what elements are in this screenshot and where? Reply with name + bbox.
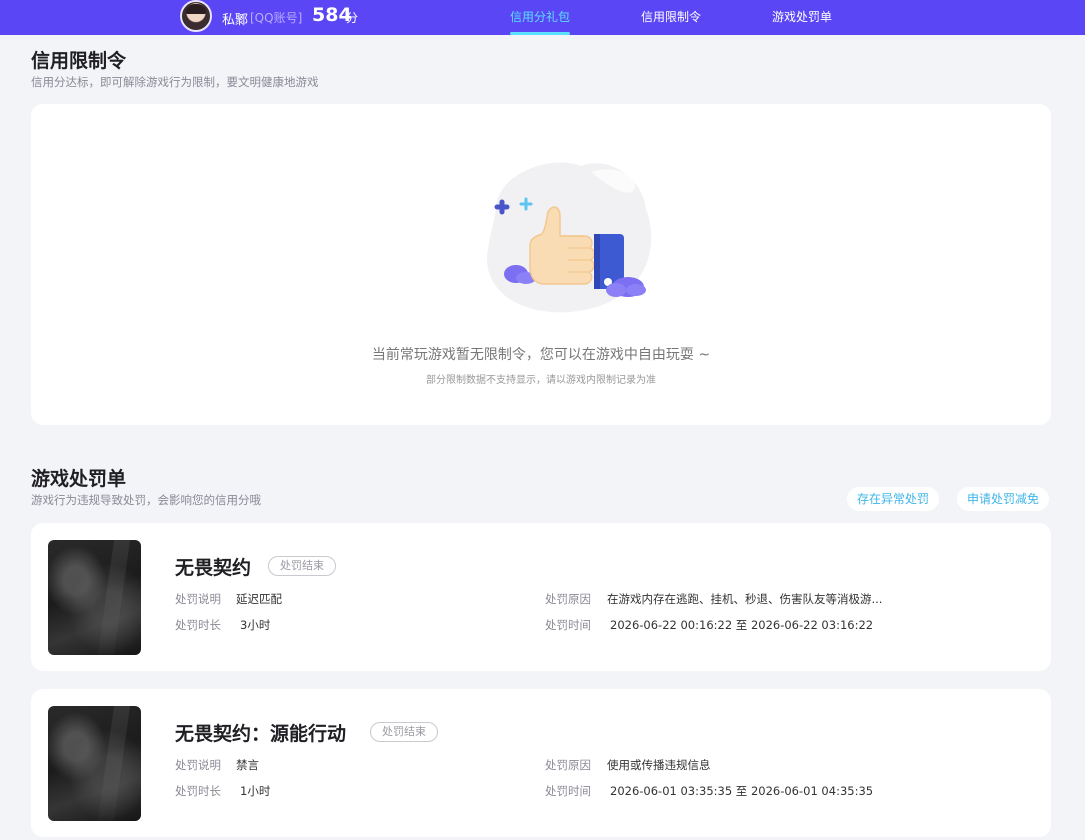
- game-cover-thumbnail: [48, 540, 141, 655]
- status-badge: 处罚结束: [370, 722, 438, 742]
- abnormal-penalty-button[interactable]: 存在异常处罚: [847, 487, 940, 511]
- username: 私鄹: [222, 13, 249, 28]
- account-type: [QQ账号]: [250, 11, 303, 25]
- tab-credit-gift[interactable]: 信用分礼包: [510, 8, 570, 25]
- game-title: 无畏契约：源能行动: [175, 723, 347, 745]
- penalty-time-value: 2026-06-01 03:35:35 至 2026-06-01 04:35:3…: [610, 784, 874, 798]
- game-cover-thumbnail: [48, 706, 141, 821]
- active-tab-indicator: [510, 32, 570, 35]
- credit-score-unit: 分: [346, 11, 359, 25]
- penalty-duration-label: 处罚时长: [175, 784, 221, 798]
- restriction-section-title: 信用限制令: [31, 50, 127, 72]
- penalty-desc-value: 延迟匹配: [236, 592, 282, 606]
- penalty-time-label: 处罚时间: [545, 784, 591, 798]
- penalty-section-subtitle: 游戏行为违规导致处罚，会影响您的信用分哦: [31, 493, 261, 507]
- game-title: 无畏契约: [175, 557, 252, 579]
- penalty-duration-value: 3小时: [240, 618, 271, 632]
- tab-game-penalty[interactable]: 游戏处罚单: [772, 8, 832, 25]
- penalty-reason-value: 使用或传播违规信息: [607, 758, 711, 772]
- status-badge: 处罚结束: [268, 556, 336, 576]
- empty-state-message: 当前常玩游戏暂无限制令，您可以在游戏中自由玩耍 ~: [371, 347, 711, 363]
- top-nav-bar: 私鄹 [QQ账号] 584 分 信用分礼包 信用限制令 游戏处罚单: [0, 0, 1085, 35]
- penalty-reason-value: 在游戏内存在逃跑、挂机、秒退、伤害队友等消极游...: [607, 592, 883, 606]
- penalty-duration-value: 1小时: [240, 784, 271, 798]
- appeal-penalty-button[interactable]: 申请处罚减免: [957, 487, 1050, 511]
- penalty-reason-label: 处罚原因: [545, 592, 591, 606]
- penalty-reason-label: 处罚原因: [545, 758, 591, 772]
- penalty-desc-label: 处罚说明: [175, 592, 221, 606]
- empty-state-note: 部分限制数据不支持显示，请以游戏内限制记录为准: [426, 375, 656, 386]
- thumbs-up-illustration: [487, 162, 652, 313]
- avatar[interactable]: [180, 0, 212, 32]
- penalty-desc-label: 处罚说明: [175, 758, 221, 772]
- penalty-time-value: 2026-06-22 00:16:22 至 2026-06-22 03:16:2…: [610, 618, 874, 632]
- penalty-section-title: 游戏处罚单: [31, 468, 127, 490]
- penalty-card[interactable]: 无畏契约 处罚结束 处罚说明 延迟匹配 处罚时长 3小时 处罚原因 在游戏内存在…: [31, 523, 1051, 671]
- penalty-time-label: 处罚时间: [545, 618, 591, 632]
- restriction-card: 当前常玩游戏暂无限制令，您可以在游戏中自由玩耍 ~ 部分限制数据不支持显示，请以…: [31, 104, 1051, 425]
- penalty-card[interactable]: 无畏契约：源能行动 处罚结束 处罚说明 禁言 处罚时长 1小时 处罚原因 使用或…: [31, 689, 1051, 837]
- penalty-desc-value: 禁言: [236, 758, 259, 772]
- restriction-section-subtitle: 信用分达标，即可解除游戏行为限制，要文明健康地游戏: [31, 75, 319, 89]
- tab-credit-restriction[interactable]: 信用限制令: [641, 8, 701, 25]
- penalty-duration-label: 处罚时长: [175, 618, 221, 632]
